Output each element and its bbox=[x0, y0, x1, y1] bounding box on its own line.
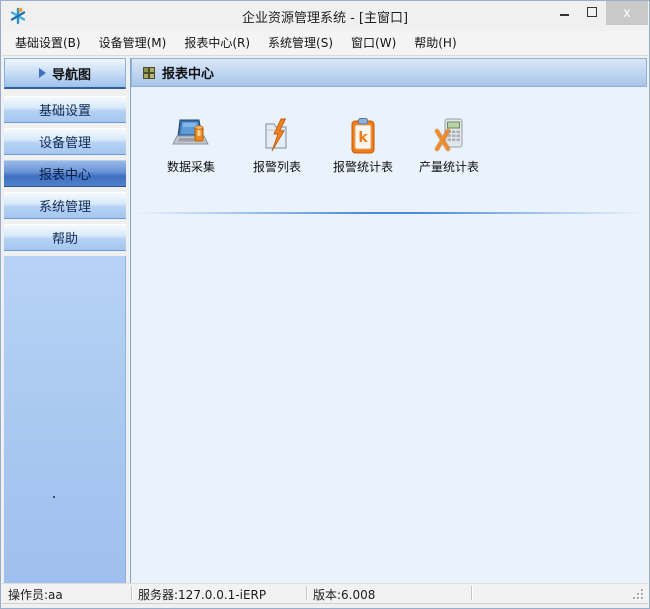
menu-item-window[interactable]: 窗口(W) bbox=[342, 32, 405, 55]
nav-header[interactable]: 导航图 bbox=[4, 58, 126, 89]
app-window: 企业资源管理系统 - [主窗口] x 基础设置(B) 设备管理(M) 报表中心(… bbox=[0, 0, 650, 609]
navigation-sidebar: 导航图 基础设置 设备管理 报表中心 系统管理 帮助 bbox=[4, 58, 126, 584]
sidebar-item-report-center[interactable]: 报表中心 bbox=[4, 160, 126, 187]
grid-icon bbox=[143, 66, 155, 79]
production-stats-icon bbox=[434, 118, 463, 152]
main-panel: 报表中心 数据采集 报警列表 k 报警统计表 产量统计表 bbox=[130, 58, 647, 584]
alarm-list-icon bbox=[265, 118, 287, 152]
menu-item-basic-settings[interactable]: 基础设置(B) bbox=[6, 32, 90, 55]
maximize-button[interactable] bbox=[578, 1, 606, 23]
main-content: 数据采集 报警列表 k 报警统计表 产量统计表 bbox=[131, 88, 647, 584]
main-header-title: 报表中心 bbox=[162, 67, 215, 82]
menu-item-report-center[interactable]: 报表中心(R) bbox=[175, 32, 259, 55]
maximize-icon bbox=[587, 7, 597, 17]
sidebar-item-system-management[interactable]: 系统管理 bbox=[4, 192, 126, 219]
status-bar: 操作员:aa 服务器:127.0.0.1-iERP 版本:6.008 bbox=[2, 583, 648, 604]
shortcut-production-stats[interactable]: 产量统计表 bbox=[406, 117, 492, 175]
shortcut-label: 报警列表 bbox=[252, 160, 301, 174]
main-header: 报表中心 bbox=[131, 58, 647, 87]
status-operator: 操作员:aa bbox=[8, 588, 63, 602]
title-bar: 企业资源管理系统 - [主窗口] x bbox=[1, 1, 649, 31]
minimize-button[interactable] bbox=[550, 1, 578, 23]
status-separator bbox=[471, 586, 473, 600]
status-server: 服务器:127.0.0.1-iERP bbox=[138, 588, 267, 602]
menu-item-help[interactable]: 帮助(H) bbox=[405, 32, 465, 55]
minimize-icon bbox=[559, 14, 569, 16]
svg-text:k: k bbox=[358, 130, 368, 146]
window-controls: x bbox=[550, 1, 648, 25]
sidebar-item-device-management[interactable]: 设备管理 bbox=[4, 128, 126, 155]
nav-header-label: 导航图 bbox=[51, 67, 91, 83]
shortcut-label: 产量统计表 bbox=[418, 160, 479, 174]
shortcut-label: 数据采集 bbox=[166, 160, 215, 174]
laptop-data-icon bbox=[172, 119, 209, 145]
menu-item-device-management[interactable]: 设备管理(M) bbox=[90, 32, 176, 55]
resize-grip[interactable] bbox=[631, 587, 643, 599]
sidebar-item-basic-settings[interactable]: 基础设置 bbox=[4, 96, 126, 123]
status-separator bbox=[131, 586, 133, 600]
alarm-stats-icon: k bbox=[351, 118, 375, 154]
shortcut-label: 报警统计表 bbox=[332, 160, 393, 174]
status-separator bbox=[306, 586, 308, 600]
status-version: 版本:6.008 bbox=[313, 588, 376, 602]
sidebar-dot-marker bbox=[53, 496, 55, 498]
menu-item-system-management[interactable]: 系统管理(S) bbox=[259, 32, 342, 55]
shortcut-alarm-list[interactable]: 报警列表 bbox=[234, 117, 320, 175]
sidebar-panel bbox=[4, 256, 126, 584]
sidebar-item-help[interactable]: 帮助 bbox=[4, 224, 126, 251]
workspace: 导航图 基础设置 设备管理 报表中心 系统管理 帮助 报表中心 数据采集 报警列… bbox=[1, 56, 649, 584]
shortcut-data-collection[interactable]: 数据采集 bbox=[148, 117, 234, 175]
close-button[interactable]: x bbox=[606, 1, 648, 25]
play-triangle-icon bbox=[38, 68, 46, 78]
shortcut-alarm-stats[interactable]: k 报警统计表 bbox=[320, 117, 406, 175]
menu-bar: 基础设置(B) 设备管理(M) 报表中心(R) 系统管理(S) 窗口(W) 帮助… bbox=[2, 31, 648, 56]
content-divider bbox=[135, 212, 643, 214]
shortcut-icons-row: 数据采集 报警列表 k 报警统计表 产量统计表 bbox=[148, 117, 492, 175]
